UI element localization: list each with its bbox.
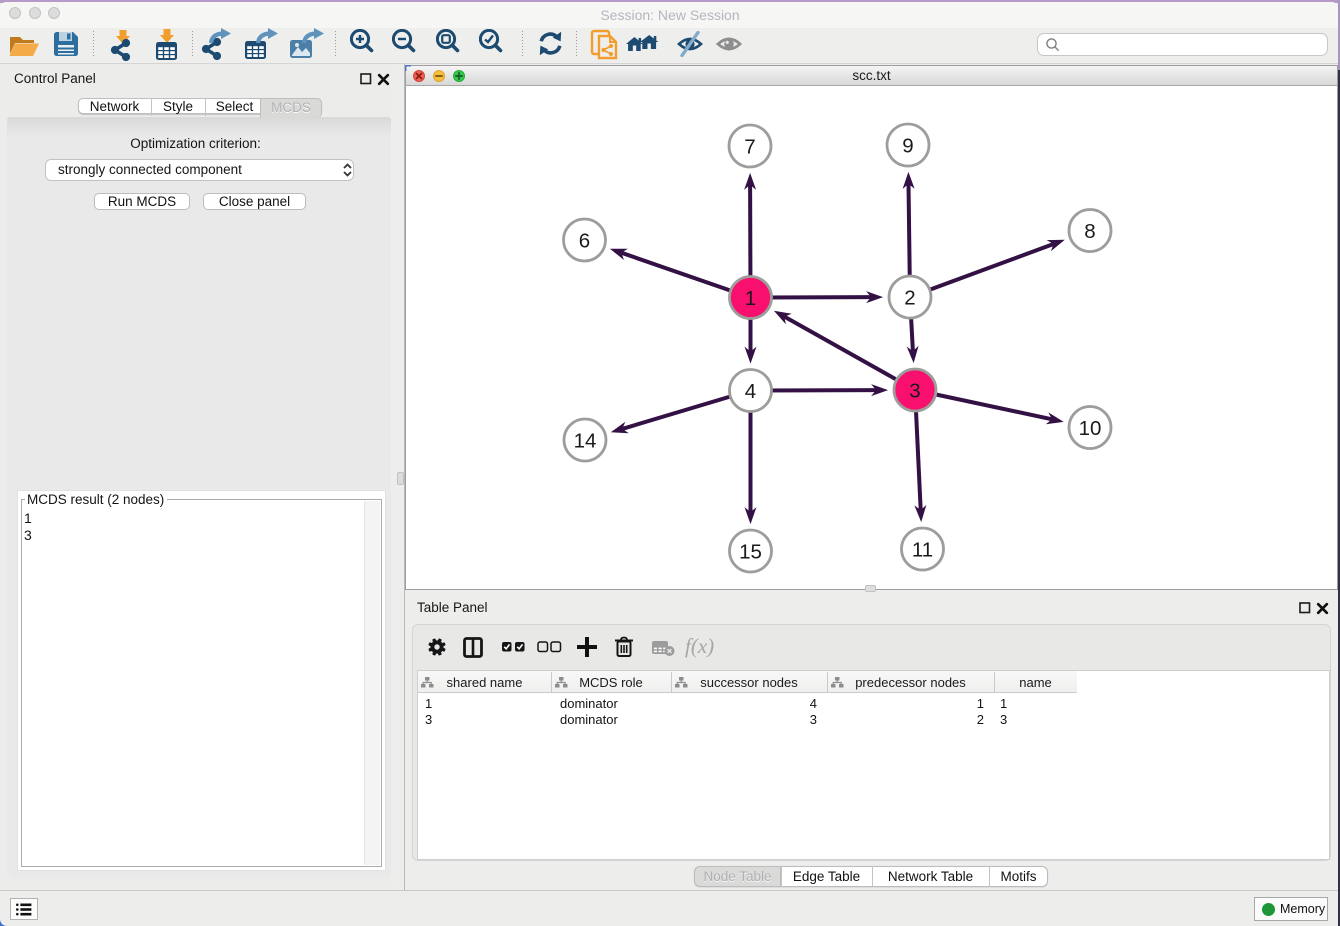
svg-text:7: 7: [744, 135, 755, 158]
svg-text:14: 14: [574, 429, 597, 452]
svg-text:2: 2: [904, 286, 915, 309]
svg-text:10: 10: [1079, 417, 1102, 440]
svg-text:9: 9: [902, 134, 913, 157]
svg-text:11: 11: [912, 538, 933, 561]
svg-text:4: 4: [745, 380, 756, 403]
svg-text:6: 6: [579, 229, 590, 252]
svg-text:15: 15: [739, 540, 762, 563]
svg-text:8: 8: [1084, 220, 1095, 243]
svg-text:3: 3: [909, 379, 920, 402]
svg-text:1: 1: [745, 287, 756, 310]
